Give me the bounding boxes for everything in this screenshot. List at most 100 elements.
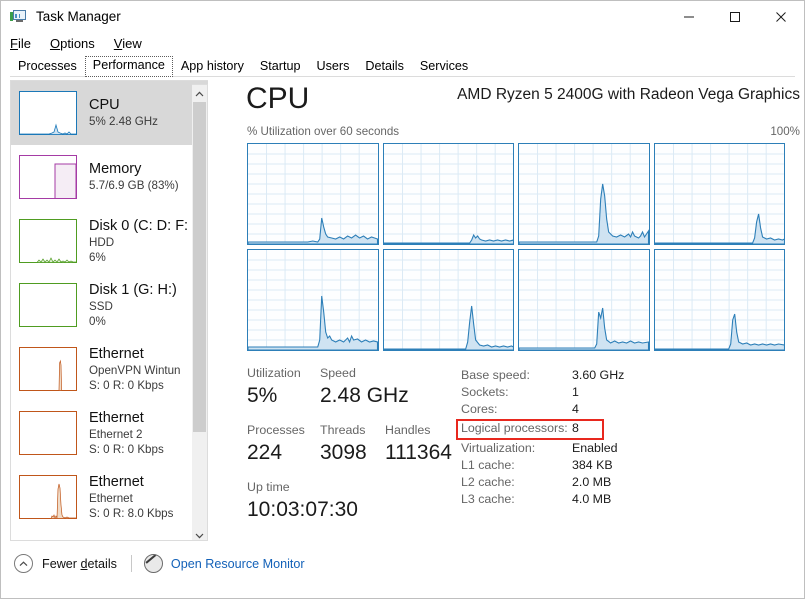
detail-value-cores: 4 xyxy=(572,402,579,416)
sidebar-item-disk0-texts: Disk 0 (C: D: F: I: HDD 6% xyxy=(89,218,200,265)
cpu-graph-4[interactable] xyxy=(247,249,379,351)
scroll-down-icon[interactable] xyxy=(192,527,207,540)
cpu-graph-0[interactable] xyxy=(247,143,379,245)
stat-value-processes: 224 xyxy=(247,441,283,464)
logical-processor-grid[interactable] xyxy=(247,143,785,351)
maximize-button[interactable] xyxy=(712,1,758,32)
sidebar-item-memory[interactable]: Memory 5.7/6.9 GB (83%) xyxy=(11,145,208,209)
fewer-details-button[interactable]: Fewer details xyxy=(14,554,117,573)
menu-file[interactable]: File xyxy=(10,32,31,55)
graph-caption: % Utilization over 60 seconds xyxy=(247,125,400,138)
sidebar-item-ethernet-openvpn-line3: S: 0 R: 0 Kbps xyxy=(89,378,164,392)
sidebar-item-ethernet-line3: S: 0 R: 8.0 Kbps xyxy=(89,506,174,520)
cpu-graph-1[interactable] xyxy=(382,143,514,245)
stat-value-utilization: 5% xyxy=(247,384,278,407)
sidebar-scrollbar[interactable] xyxy=(192,84,208,540)
sidebar-item-ethernet-texts: Ethernet Ethernet S: 0 R: 8.0 Kbps xyxy=(89,474,173,521)
sidebar-item-ethernet[interactable]: Ethernet Ethernet S: 0 R: 8.0 Kbps xyxy=(11,465,208,529)
sidebar-item-cpu-texts: CPU 5% 2.48 GHz xyxy=(89,97,158,129)
menu-file-rest: ile xyxy=(17,36,31,51)
detail-label-sockets: Sockets: xyxy=(461,385,509,399)
memory-thumbnail xyxy=(19,155,77,199)
detail-label-l2-cache: L2 cache: xyxy=(461,475,515,489)
tab-strip: Processes Performance App history Startu… xyxy=(1,55,804,77)
menu-options[interactable]: Options xyxy=(50,32,95,55)
task-manager-window: Task Manager File Options View Processes… xyxy=(0,0,805,599)
scroll-up-icon[interactable] xyxy=(192,85,207,102)
sidebar-item-memory-title: Memory xyxy=(89,161,142,177)
detail-value-virtualization: Enabled xyxy=(572,441,618,455)
cpu-model-name: AMD Ryzen 5 2400G with Radeon Vega Graph… xyxy=(457,86,800,103)
sidebar-item-disk1-title: Disk 1 (G: H:) xyxy=(89,281,177,298)
menu-view[interactable]: View xyxy=(114,32,142,55)
tab-users[interactable]: Users xyxy=(309,57,358,77)
detail-value-logical-processors: 8 xyxy=(572,421,579,435)
window-controls xyxy=(666,1,804,32)
detail-value-l2-cache: 2.0 MB xyxy=(572,475,612,489)
cpu-header: CPU AMD Ryzen 5 2400G with Radeon Vega G… xyxy=(242,79,804,125)
tab-services[interactable]: Services xyxy=(412,57,476,77)
stat-label-processes: Processes xyxy=(247,423,305,437)
cpu-graph-3[interactable] xyxy=(653,143,785,245)
chevron-up-icon xyxy=(14,554,33,573)
cpu-thumbnail xyxy=(19,91,77,135)
graph-caption-row: % Utilization over 60 seconds 100% xyxy=(242,125,804,143)
scrollbar-thumb[interactable] xyxy=(193,102,206,432)
ethernet-openvpn-thumbnail xyxy=(19,347,77,391)
detail-label-l1-cache: L1 cache: xyxy=(461,458,515,472)
detail-value-sockets: 1 xyxy=(572,385,579,399)
sidebar-item-disk1-line2: SSD xyxy=(89,299,113,313)
sidebar-item-ethernet-2[interactable]: Ethernet Ethernet 2 S: 0 R: 0 Kbps xyxy=(11,401,208,465)
sidebar-item-cpu-title: CPU xyxy=(89,97,120,113)
cpu-graph-2[interactable] xyxy=(518,143,650,245)
stat-label-utilization: Utilization xyxy=(247,366,301,380)
detail-value-l3-cache: 4.0 MB xyxy=(572,492,612,506)
sidebar-item-cpu[interactable]: CPU 5% 2.48 GHz xyxy=(11,81,208,145)
cpu-graph-5[interactable] xyxy=(382,249,514,351)
menu-bar: File Options View xyxy=(1,32,804,55)
ethernet-thumbnail xyxy=(19,475,77,519)
stat-value-threads: 3098 xyxy=(320,441,367,464)
detail-label-logical-processors: Logical processors: xyxy=(461,421,568,435)
disk0-thumbnail xyxy=(19,219,77,263)
detail-value-base-speed: 3.60 GHz xyxy=(572,368,625,382)
sidebar-item-cpu-line2: 5% 2.48 GHz xyxy=(89,115,158,128)
sidebar-item-disk0[interactable]: Disk 0 (C: D: F: I: HDD 6% xyxy=(11,209,208,273)
cpu-graph-6[interactable] xyxy=(518,249,650,351)
tab-startup[interactable]: Startup xyxy=(252,57,309,77)
task-manager-icon xyxy=(10,9,28,25)
tab-performance[interactable]: Performance xyxy=(84,56,173,77)
sidebar-item-memory-line2: 5.7/6.9 GB (83%) xyxy=(89,179,179,192)
open-resource-monitor-link[interactable]: Open Resource Monitor xyxy=(143,554,305,573)
fewer-details-label: Fewer details xyxy=(42,556,117,571)
window-title: Task Manager xyxy=(36,9,121,24)
sidebar-item-ethernet-2-title: Ethernet xyxy=(89,409,144,426)
close-button[interactable] xyxy=(758,1,804,32)
cpu-graph-7[interactable] xyxy=(653,249,785,351)
stat-label-handles: Handles xyxy=(385,423,431,437)
sidebar-item-ethernet-openvpn[interactable]: Ethernet OpenVPN Wintun S: 0 R: 0 Kbps xyxy=(11,337,208,401)
detail-label-cores: Cores: xyxy=(461,402,498,416)
ethernet-2-thumbnail xyxy=(19,411,77,455)
tab-processes[interactable]: Processes xyxy=(10,57,85,77)
sidebar-item-ethernet-openvpn-line2: OpenVPN Wintun xyxy=(89,363,181,377)
sidebar-item-ethernet-line2: Ethernet xyxy=(89,491,133,505)
open-resource-monitor-label: Open Resource Monitor xyxy=(170,556,305,571)
title-bar: Task Manager xyxy=(1,1,804,32)
minimize-button[interactable] xyxy=(666,1,712,32)
sidebar-item-disk0-line3: 6% xyxy=(89,250,106,264)
content-area: CPU 5% 2.48 GHz Memory 5.7/6.9 GB (83%) xyxy=(1,77,804,541)
tab-details[interactable]: Details xyxy=(357,57,412,77)
stat-label-uptime: Up time xyxy=(247,480,290,494)
sidebar-item-ethernet-2-line2: Ethernet 2 xyxy=(89,427,143,441)
sidebar-item-disk0-title: Disk 0 (C: D: F: I: xyxy=(89,217,201,234)
cpu-detail-panel: CPU AMD Ryzen 5 2400G with Radeon Vega G… xyxy=(208,77,804,541)
detail-label-l3-cache: L3 cache: xyxy=(461,492,515,506)
menu-view-rest: iew xyxy=(122,36,142,51)
tab-app-history[interactable]: App history xyxy=(173,57,252,77)
sidebar-item-disk1[interactable]: Disk 1 (G: H:) SSD 0% xyxy=(11,273,208,337)
stat-value-speed: 2.48 GHz xyxy=(320,384,409,407)
detail-value-l1-cache: 384 KB xyxy=(572,458,613,472)
resource-monitor-icon xyxy=(143,554,163,573)
sidebar-item-ethernet-openvpn-texts: Ethernet OpenVPN Wintun S: 0 R: 0 Kbps xyxy=(89,346,181,393)
